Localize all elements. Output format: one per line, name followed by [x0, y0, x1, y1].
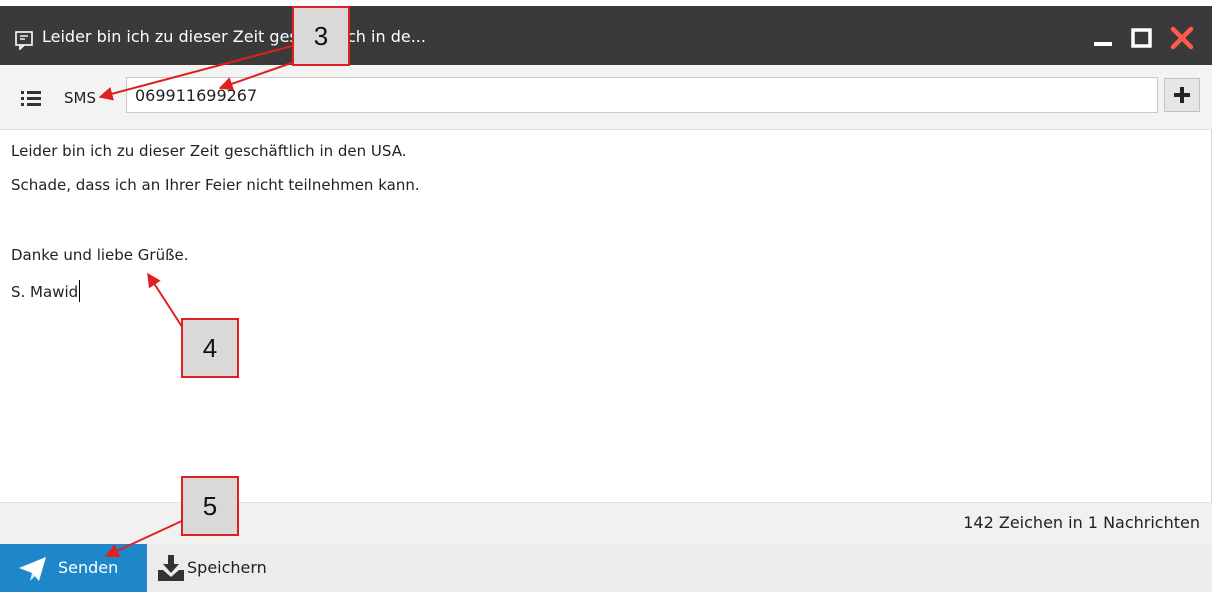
minimize-icon — [1094, 42, 1112, 46]
add-recipient-button[interactable] — [1164, 78, 1200, 112]
annotation-callout-3: 3 — [292, 6, 350, 66]
message-line: Leider bin ich zu dieser Zeit geschäftli… — [11, 142, 407, 160]
message-line-last: S. Mawid — [11, 280, 81, 302]
message-line: Danke und liebe Grüße. — [11, 246, 189, 264]
signature-text: S. Mawid — [11, 283, 79, 301]
close-icon — [1170, 26, 1194, 50]
character-counter: 142 Zeichen in 1 Nachrichten — [963, 513, 1200, 532]
minimize-button[interactable] — [1088, 22, 1120, 54]
list-icon — [21, 91, 41, 106]
maximize-button[interactable] — [1126, 22, 1158, 54]
text-cursor — [79, 280, 81, 302]
maximize-icon — [1131, 28, 1152, 48]
save-inbox-icon — [158, 555, 184, 581]
close-button[interactable] — [1166, 22, 1198, 54]
annotation-callout-4: 4 — [181, 318, 239, 378]
message-line: Schade, dass ich an Ihrer Feier nicht te… — [11, 176, 420, 194]
recipient-input[interactable] — [126, 77, 1158, 113]
save-button[interactable]: Speichern — [147, 544, 307, 592]
save-label: Speichern — [187, 558, 267, 577]
annotation-callout-5: 5 — [181, 476, 239, 536]
recipient-toolbar: SMS — [0, 65, 1212, 130]
paper-plane-icon — [19, 557, 46, 581]
plus-icon — [1174, 87, 1190, 103]
list-button[interactable] — [20, 89, 44, 107]
send-label: Senden — [58, 558, 119, 577]
message-body[interactable]: Leider bin ich zu dieser Zeit geschäftli… — [0, 130, 1212, 502]
title-bar: Leider bin ich zu dieser Zeit geschäftli… — [0, 6, 1212, 65]
message-window-icon — [15, 31, 33, 50]
window-title: Leider bin ich zu dieser Zeit geschäftli… — [42, 27, 426, 46]
channel-label: SMS — [64, 89, 96, 107]
action-bar: Senden Speichern — [0, 544, 1212, 592]
send-button[interactable]: Senden — [0, 544, 147, 592]
